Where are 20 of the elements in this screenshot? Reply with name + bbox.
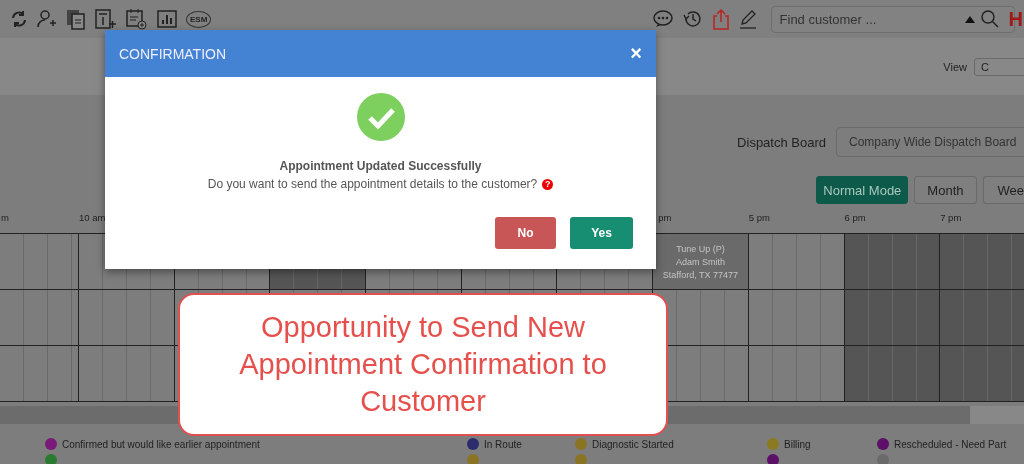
- appointment-text: Adam Smith: [675, 256, 725, 267]
- time-label: 10 am: [79, 212, 106, 223]
- time-label: 6 pm: [844, 212, 866, 223]
- view-label: View: [943, 60, 967, 73]
- legend-label: Diagnostic Started: [592, 438, 674, 450]
- time-label: 5 pm: [748, 212, 770, 223]
- time-label: m: [1, 212, 9, 223]
- dialog-heading: Appointment Updated Successfully: [279, 159, 482, 173]
- dialog-title: CONFIRMATION: [119, 45, 227, 62]
- legend-label: Billing: [784, 438, 811, 450]
- dispatch-board-label: Dispatch Board: [737, 134, 826, 150]
- legend-label: In Route: [484, 438, 522, 450]
- time-label: pm: [658, 212, 672, 223]
- legend-label: Confirmed but would like earlier appointment: [62, 438, 260, 450]
- appointment-text: Stafford, TX 77477: [662, 269, 739, 280]
- dialog-message: Do you want to send the appointment details to the customer?: [207, 177, 538, 191]
- callout-text: Opportunity to Send New Appointment Confirmation to Customer: [238, 310, 608, 419]
- appointment-text: Tune Up (P): [676, 243, 725, 254]
- time-label: 7 pm: [940, 212, 962, 223]
- legend-label: Rescheduled - Need Part: [894, 438, 1007, 450]
